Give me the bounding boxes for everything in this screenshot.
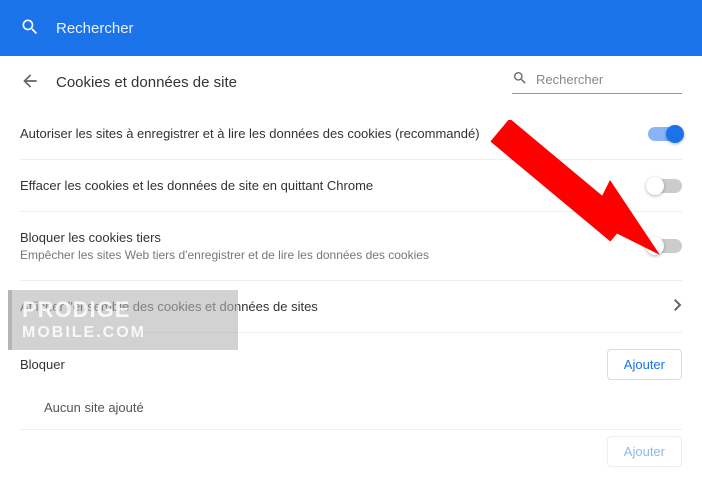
block-list-empty: Aucun site ajouté: [20, 386, 682, 429]
top-search-bar[interactable]: Rechercher: [0, 0, 702, 56]
back-arrow-icon[interactable]: [20, 71, 40, 94]
toggle-block-third-party[interactable]: [648, 239, 682, 253]
setting-row-block-third-party: Bloquer les cookies tiers Empêcher les s…: [20, 212, 682, 281]
setting-label: Effacer les cookies et les données de si…: [20, 178, 632, 193]
watermark: PRODIGE MOBILE.COM: [8, 290, 238, 350]
setting-row-allow-cookies: Autoriser les sites à enregistrer et à l…: [20, 108, 682, 160]
page-subheader: Cookies et données de site: [0, 56, 702, 108]
top-search-placeholder: Rechercher: [56, 20, 134, 37]
toggle-allow-cookies[interactable]: [648, 127, 682, 141]
block-section-title: Bloquer: [20, 357, 65, 372]
toggle-knob: [646, 237, 664, 255]
search-icon: [20, 17, 40, 40]
toggle-knob: [646, 177, 664, 195]
page-search-field[interactable]: [512, 70, 682, 94]
allow-section-header: Ajouter: [20, 430, 682, 467]
add-allow-button[interactable]: Ajouter: [607, 436, 682, 467]
toggle-clear-on-exit[interactable]: [648, 179, 682, 193]
toggle-knob: [666, 125, 684, 143]
settings-list: Autoriser les sites à enregistrer et à l…: [0, 108, 702, 467]
page-search-input[interactable]: [536, 72, 682, 87]
setting-row-clear-on-exit: Effacer les cookies et les données de si…: [20, 160, 682, 212]
chevron-right-icon: [674, 299, 682, 314]
page-title: Cookies et données de site: [56, 74, 237, 91]
setting-sublabel: Empêcher les sites Web tiers d'enregistr…: [20, 248, 632, 262]
add-block-button[interactable]: Ajouter: [607, 349, 682, 380]
watermark-line2: MOBILE.COM: [22, 324, 228, 342]
setting-label: Bloquer les cookies tiers: [20, 230, 632, 245]
watermark-line1: PRODIGE: [22, 298, 228, 322]
search-icon: [512, 70, 528, 89]
setting-label: Autoriser les sites à enregistrer et à l…: [20, 126, 632, 141]
